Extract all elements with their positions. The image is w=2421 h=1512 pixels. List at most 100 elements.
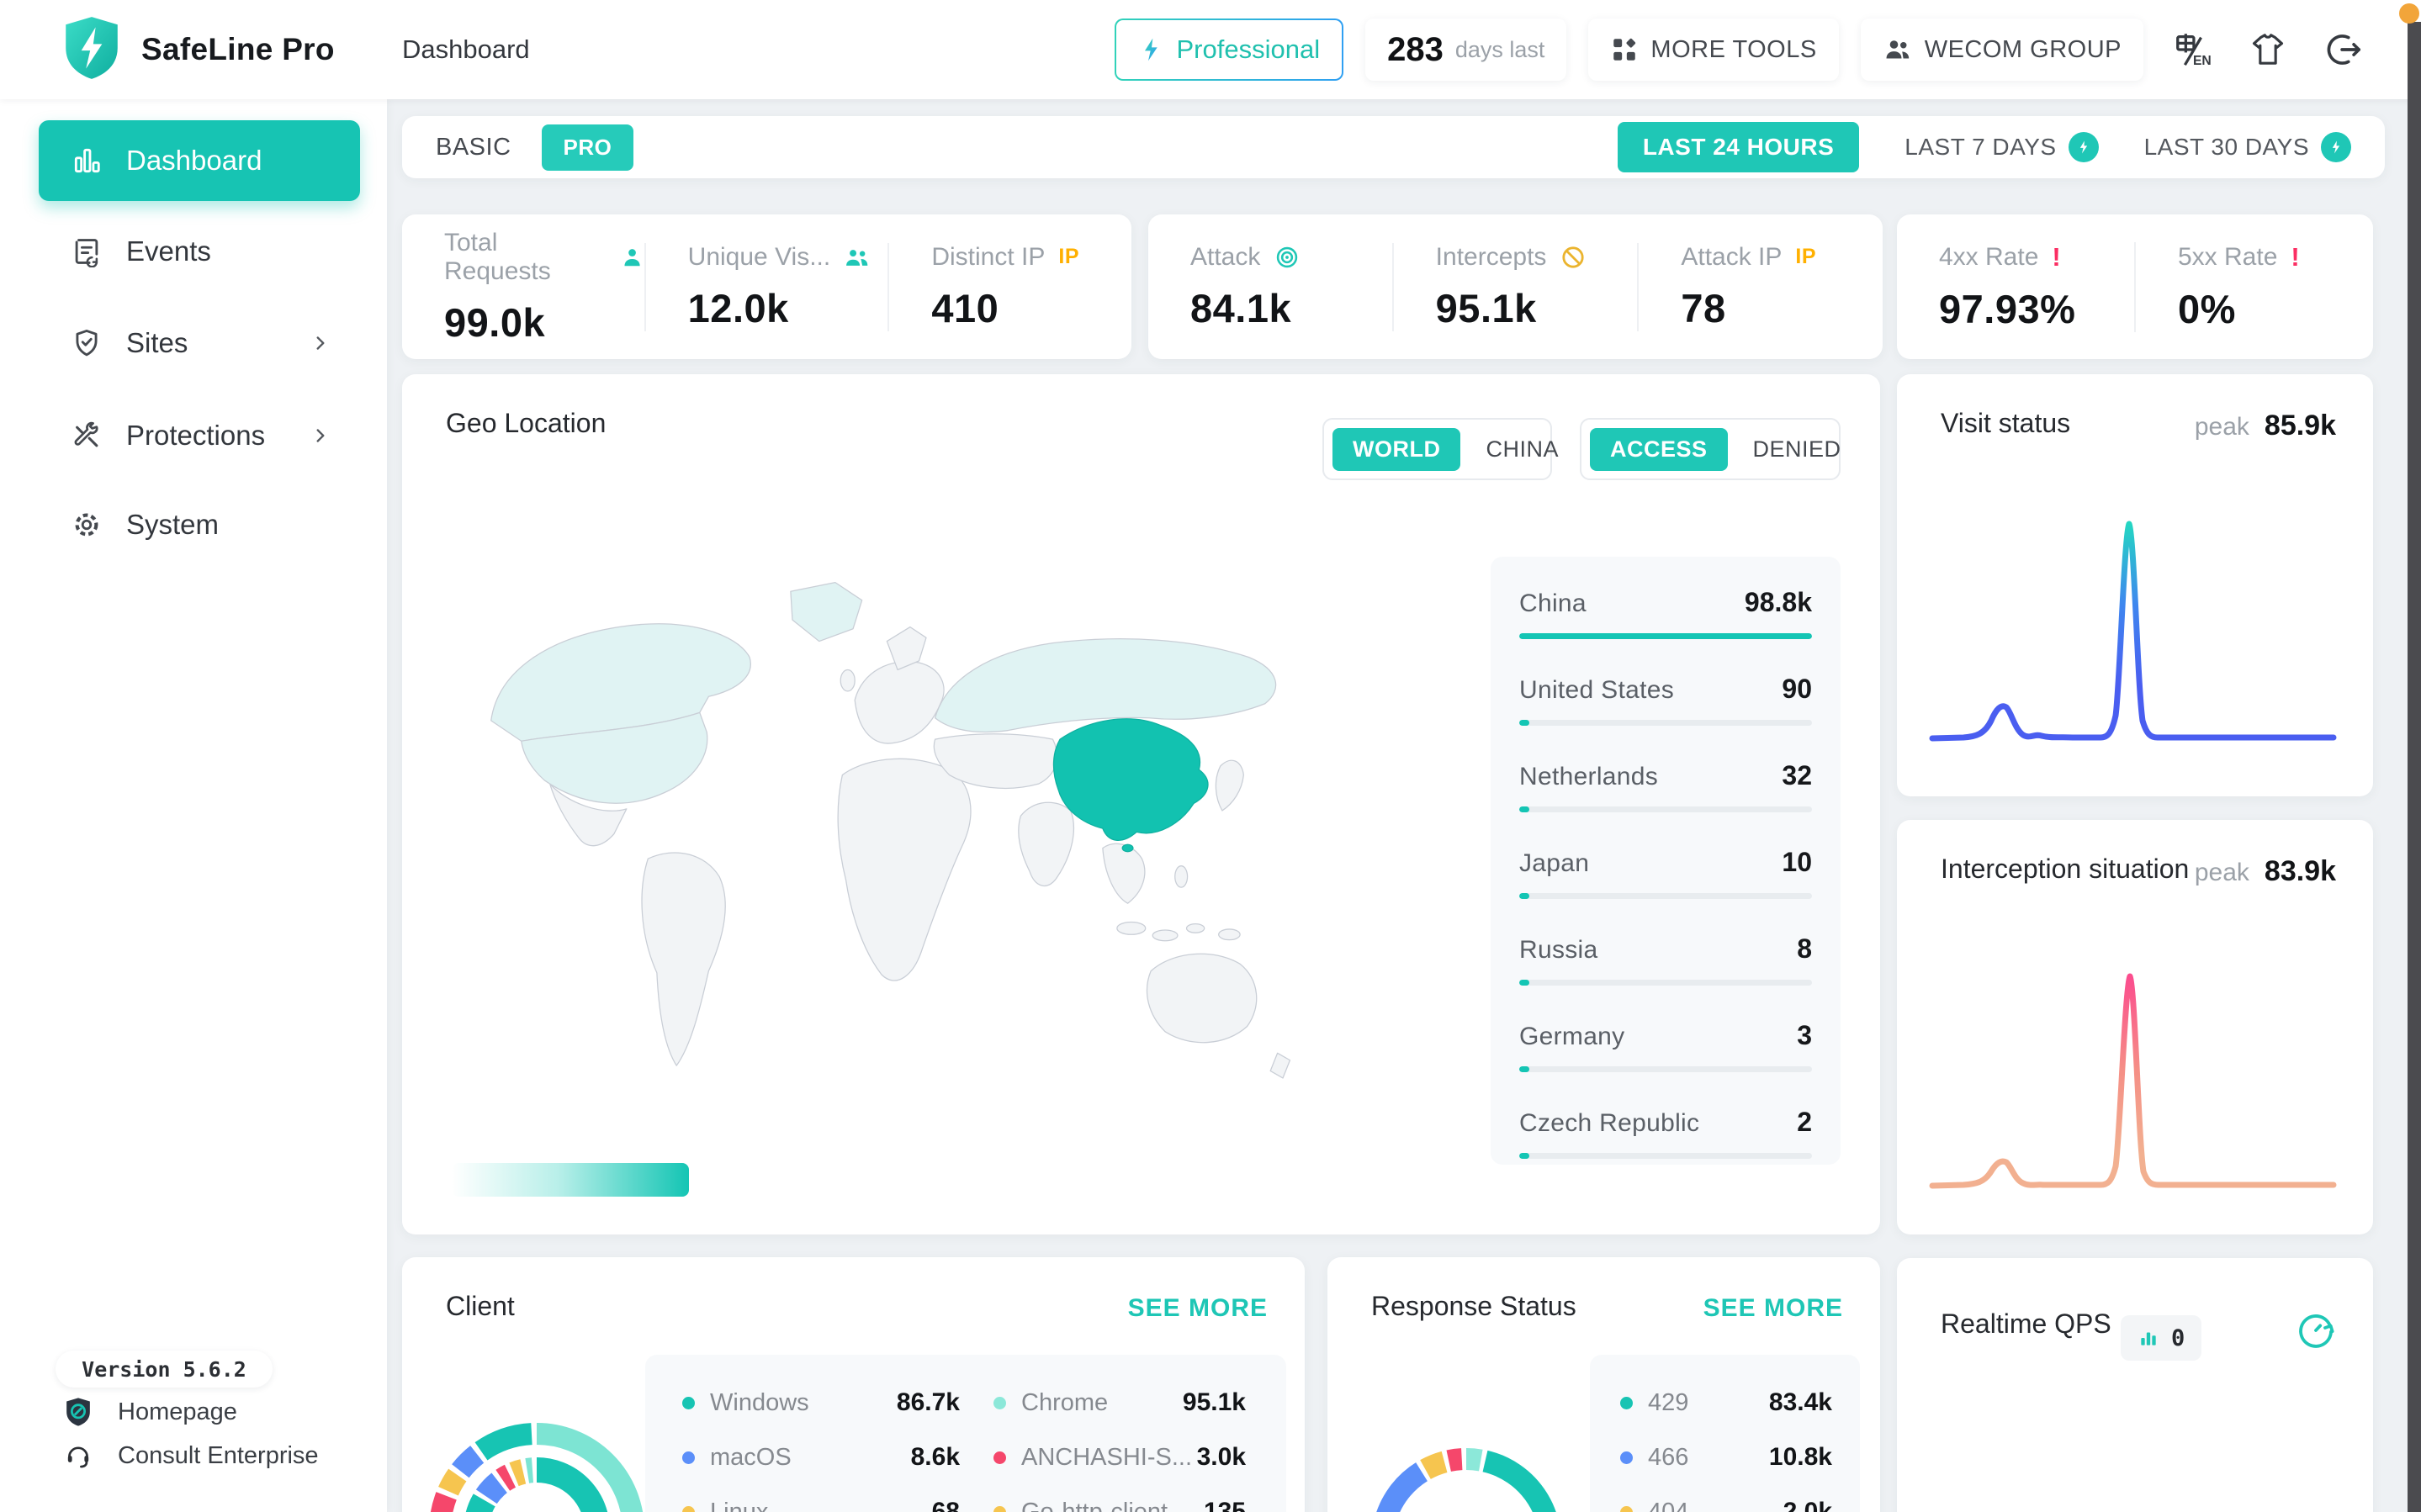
consult-label: Consult Enterprise — [118, 1442, 319, 1470]
legend-item: 429 83.4k — [1620, 1388, 1832, 1417]
toggle-china[interactable]: CHINA — [1465, 428, 1579, 471]
breadcrumb: Dashboard — [402, 34, 530, 65]
legend-value: 8.6k — [911, 1443, 960, 1472]
client-card: Client SEE MORE — [402, 1257, 1305, 1512]
country-value: 3 — [1797, 1020, 1812, 1051]
visit-status-card: Visit status peak 85.9k — [1897, 374, 2373, 796]
toggle-denied[interactable]: DENIED — [1733, 428, 1862, 471]
legend-name: 404 — [1648, 1499, 1688, 1512]
logout-icon — [2324, 30, 2363, 69]
sidebar-item-sites[interactable]: Sites — [39, 303, 360, 383]
wecom-group-button[interactable]: WECOM GROUP — [1861, 19, 2143, 81]
consult-enterprise-link[interactable]: Consult Enterprise — [64, 1441, 319, 1470]
sidebar-item-label: Protections — [126, 420, 265, 452]
peak-value: 85.9k — [2265, 410, 2336, 442]
people-icon — [1883, 34, 1913, 65]
edition-label: Professional — [1177, 34, 1321, 65]
legend-dot — [993, 1506, 1006, 1512]
legend-name: Chrome — [1021, 1389, 1108, 1417]
country-value: 98.8k — [1745, 587, 1812, 618]
stat-value: 84.1k — [1190, 285, 1392, 331]
country-value: 32 — [1782, 760, 1812, 791]
client-legend: Windows 86.7k Chrome 95.1k macOS 8.6k AN… — [645, 1355, 1286, 1512]
sidebar-item-dashboard[interactable]: Dashboard — [39, 120, 360, 201]
stat-attack: Attack 84.1k — [1148, 243, 1392, 331]
country-name: Japan — [1519, 849, 1589, 878]
world-map[interactable] — [436, 563, 1327, 1135]
visit-peak: peak 85.9k — [2195, 410, 2336, 442]
theme-skin-button[interactable] — [2241, 23, 2295, 77]
rate-stats-card: 4xx Rate ! 97.93% 5xx Rate ! 0% — [1897, 214, 2373, 359]
shield-check-icon — [71, 327, 103, 359]
legend-dot — [682, 1506, 695, 1512]
license-days: 283 days last — [1365, 19, 1566, 81]
range-label: LAST 7 DAYS — [1904, 134, 2056, 161]
language-toggle-button[interactable]: EN — [2165, 23, 2219, 77]
sidebar-item-label: System — [126, 509, 219, 541]
response-status-title: Response Status — [1371, 1291, 1576, 1322]
legend-item: macOS 8.6k — [682, 1443, 960, 1472]
stat-label: Unique Vis... — [688, 243, 831, 272]
stat-value: 78 — [1681, 285, 1883, 331]
realtime-qps-card: Realtime QPS 0 — [1897, 1258, 2373, 1512]
sidebar-item-system[interactable]: System — [39, 484, 360, 565]
legend-name: Go-http-client — [1021, 1499, 1168, 1512]
map-density-legend — [452, 1163, 689, 1197]
sidebar-item-protections[interactable]: Protections — [39, 395, 360, 476]
legend-dot — [682, 1451, 695, 1464]
ip-icon: IP — [1058, 245, 1079, 269]
country-row: Germany 3 — [1519, 1020, 1812, 1107]
legend-item: Go-http-client 135 — [993, 1498, 1246, 1512]
range-last-7-days[interactable]: LAST 7 DAYS — [1904, 132, 2098, 162]
interception-title: Interception situation — [1941, 854, 2189, 885]
sidebar-item-label: Dashboard — [126, 145, 262, 177]
gear-icon — [71, 509, 103, 541]
stat-label: 5xx Rate — [2178, 243, 2277, 272]
country-bar — [1519, 633, 1812, 639]
legend-value: 10.8k — [1769, 1443, 1832, 1472]
traffic-mode-toggle: ACCESS DENIED — [1580, 418, 1841, 480]
legend-item: 466 10.8k — [1620, 1443, 1832, 1472]
edition-badge[interactable]: Professional — [1115, 19, 1344, 81]
legend-value: 68 — [932, 1498, 960, 1512]
tools-icon — [71, 420, 103, 452]
range-last-30-days[interactable]: LAST 30 DAYS — [2144, 132, 2351, 162]
geo-title: Geo Location — [446, 408, 606, 439]
notification-dot — [2399, 3, 2419, 24]
legend-value: 83.4k — [1769, 1388, 1832, 1417]
toggle-access[interactable]: ACCESS — [1590, 428, 1728, 471]
range-last-24-hours[interactable]: LAST 24 HOURS — [1618, 122, 1859, 172]
qps-refresh-icon[interactable] — [2296, 1310, 2336, 1355]
client-see-more-link[interactable]: SEE MORE — [1128, 1294, 1268, 1323]
country-name: Russia — [1519, 936, 1598, 965]
traffic-stats-card: Total Requests 99.0k Unique Vis... 12.0k… — [402, 214, 1131, 359]
sidebar-item-events[interactable]: Events — [39, 211, 360, 292]
geo-location-card: Geo Location WORLD CHINA ACCESS DENIED — [402, 374, 1880, 1234]
days-unit: days last — [1455, 37, 1545, 63]
page-scrollbar[interactable] — [2408, 22, 2421, 1512]
response-see-more-link[interactable]: SEE MORE — [1703, 1294, 1843, 1323]
qps-value-badge: 0 — [2121, 1315, 2201, 1361]
bolt-icon — [1138, 36, 1165, 63]
country-bar — [1519, 1066, 1529, 1072]
stat-distinct-ip: Distinct IP IP 410 — [887, 243, 1131, 331]
logout-button[interactable] — [2317, 23, 2371, 77]
country-name: Czech Republic — [1519, 1109, 1699, 1138]
stat-value: 99.0k — [444, 299, 644, 346]
legend-value: 86.7k — [897, 1388, 960, 1417]
app-title: SafeLine Pro — [141, 32, 335, 67]
filter-bar: BASIC PRO LAST 24 HOURS LAST 7 DAYS LAST… — [402, 116, 2385, 178]
client-title: Client — [446, 1291, 515, 1322]
legend-item: Chrome 95.1k — [993, 1388, 1246, 1417]
tab-pro[interactable]: PRO — [542, 124, 634, 171]
safeline-dashboard: SafeLine Pro Dashboard Professional 283 … — [0, 0, 2421, 1512]
homepage-link[interactable]: Homepage — [64, 1397, 237, 1427]
toggle-world[interactable]: WORLD — [1332, 428, 1460, 471]
legend-name: macOS — [710, 1444, 792, 1472]
visit-line-chart — [1926, 492, 2346, 769]
tab-basic[interactable]: BASIC — [436, 134, 511, 161]
country-name: Netherlands — [1519, 763, 1658, 791]
wecom-label: WECOM GROUP — [1925, 36, 2122, 64]
more-tools-button[interactable]: MORE TOOLS — [1588, 19, 1838, 81]
country-bar — [1519, 980, 1529, 986]
